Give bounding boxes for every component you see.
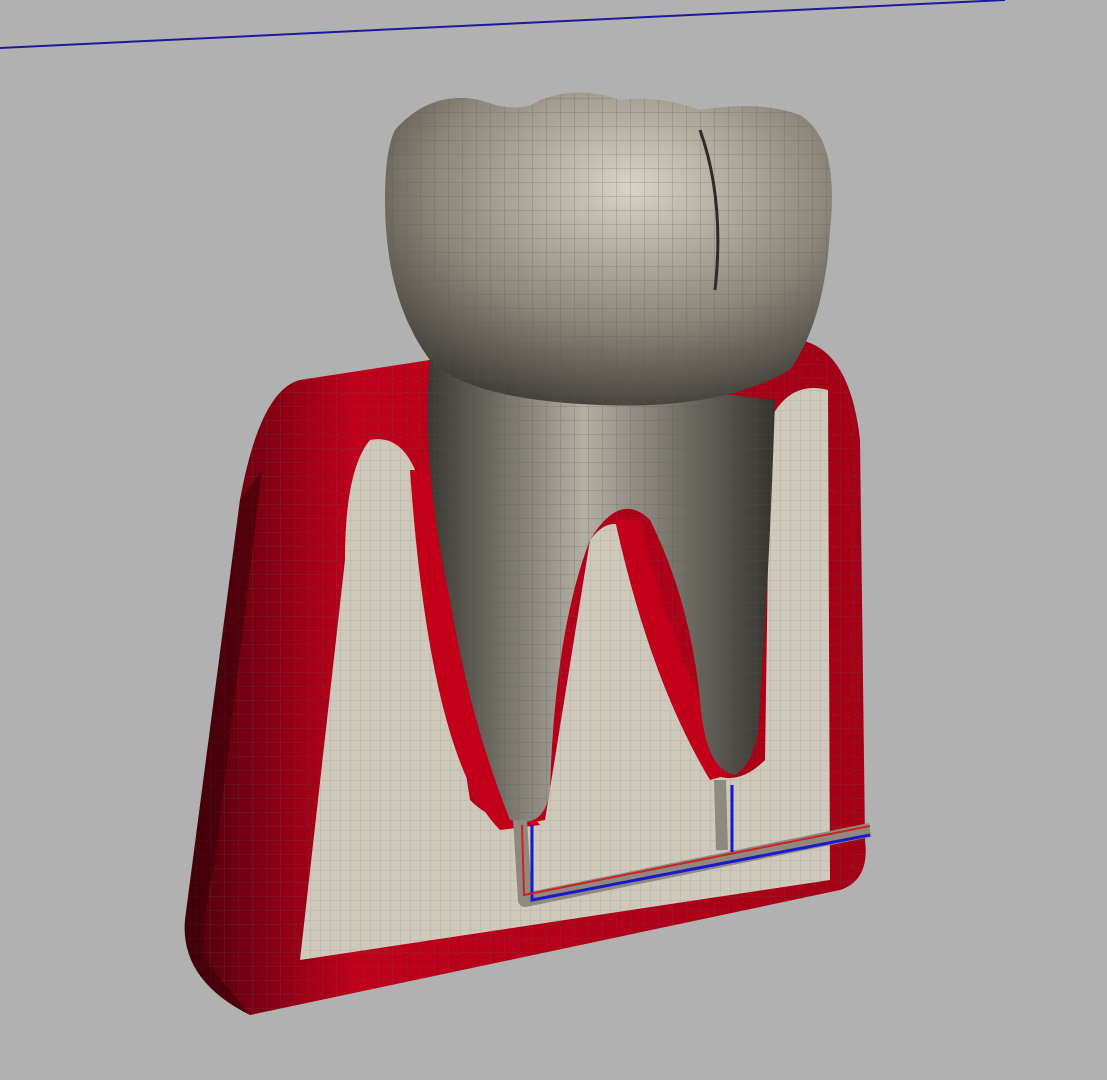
grid-line (0, 0, 1006, 49)
3d-viewport[interactable] (0, 0, 1107, 1080)
tooth-model-icon[interactable] (184, 92, 872, 1016)
scene-canvas[interactable] (0, 0, 1107, 1080)
